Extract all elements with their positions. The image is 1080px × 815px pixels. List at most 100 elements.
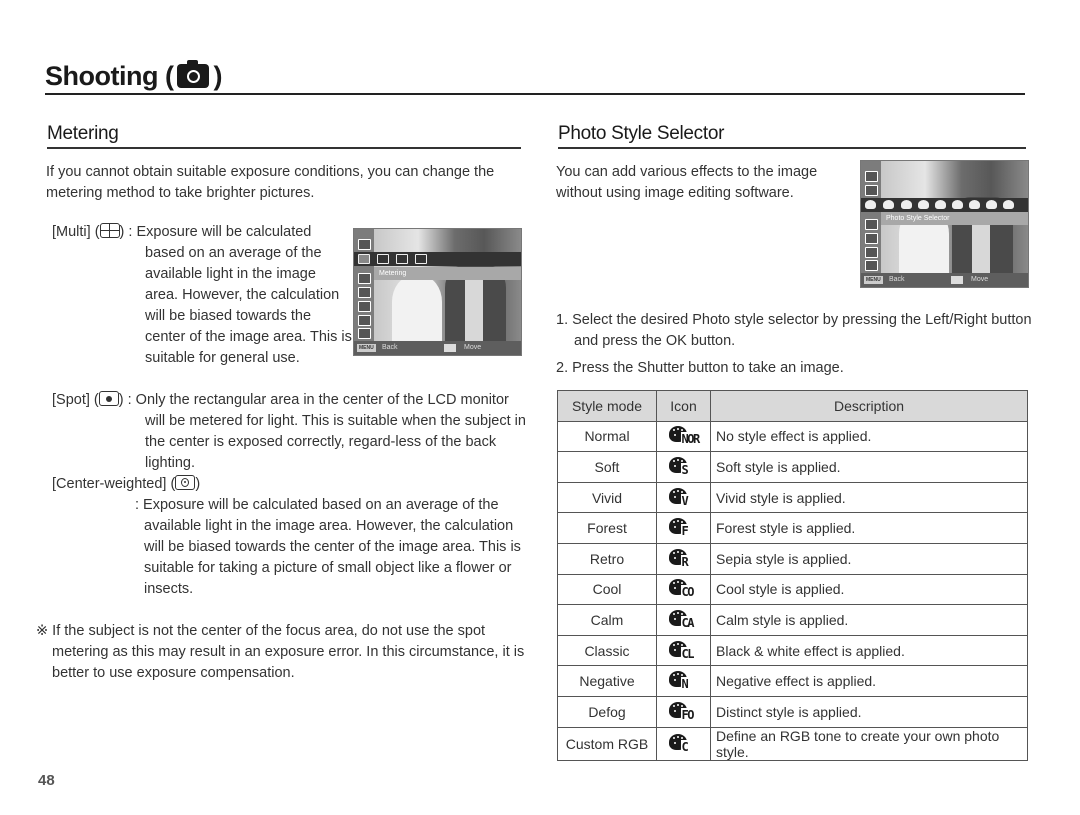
- photo-style-lcd-screenshot: Photo Style Selector MENU Back Move: [860, 160, 1029, 288]
- photo-style-intro: You can add various effects to the image…: [556, 164, 818, 201]
- table-row: Normal NOR No style effect is applied.: [557, 420, 1028, 453]
- lcd-style-vivid-icon: [918, 200, 929, 209]
- style-description-cell: Vivid style is applied.: [710, 481, 1028, 514]
- table-row: Forest F Forest style is applied.: [557, 512, 1028, 544]
- style-calm-icon: CA: [667, 609, 701, 631]
- style-mode-cell: Classic: [557, 634, 657, 667]
- metering-spot-item: [Spot] () : Only the rectangular area in…: [52, 391, 526, 471]
- metering-center-weighted-text: : Exposure will be calculated based on a…: [135, 497, 521, 597]
- style-mode-cell: Calm: [557, 604, 657, 636]
- lcd-multi-side-icon: [865, 185, 878, 196]
- table-row: Vivid V Vivid style is applied.: [557, 481, 1028, 514]
- style-negative-icon: N: [667, 670, 701, 692]
- header-style-mode: Style mode: [557, 390, 657, 422]
- style-icon-cell: N: [656, 665, 711, 697]
- table-row: Cool CO Cool style is applied.: [557, 573, 1028, 606]
- metering-lcd-screenshot: Metering MENU Back Move: [353, 228, 522, 356]
- lcd-option-multi-icon: [358, 254, 370, 264]
- lcd-setting-side-icon: [865, 247, 878, 258]
- style-description-cell: No style effect is applied.: [710, 420, 1028, 453]
- style-description-cell: Distinct style is applied.: [710, 695, 1028, 728]
- lcd-option-multi-icon-2: [377, 254, 389, 264]
- lcd-metering-options: [354, 252, 521, 266]
- style-icon-cell: NOR: [656, 420, 711, 453]
- style-description-cell: Negative effect is applied.: [710, 665, 1028, 697]
- style-forest-icon: F: [667, 517, 701, 539]
- photo-style-step-2: 2. Press the Shutter button to take an i…: [556, 360, 844, 376]
- metering-intro: If you cannot obtain suitable exposure c…: [46, 164, 495, 201]
- style-icon-cell: C: [656, 726, 711, 761]
- lcd-style-options: [861, 198, 1028, 212]
- style-icon-cell: S: [656, 451, 711, 483]
- metering-center-weighted-label: [Center-weighted] (): [52, 475, 201, 492]
- lcd-style-side-icon: [358, 273, 371, 284]
- multi-metering-icon: [99, 223, 120, 238]
- metering-section-title: Metering: [47, 123, 521, 149]
- style-icon-cell: CL: [656, 634, 711, 667]
- table-row: Custom RGB C Define an RGB tone to create …: [557, 726, 1028, 761]
- spot-metering-icon: [98, 391, 119, 406]
- lcd-menu-tag: MENU: [357, 344, 376, 352]
- style-classic-icon: CL: [667, 640, 701, 662]
- style-icon-cell: CO: [656, 573, 711, 606]
- table-row: Classic CL Black & white effect is applied…: [557, 634, 1028, 667]
- style-icon-cell: FO: [656, 695, 711, 728]
- lcd-histogram-side-icon: [865, 233, 878, 244]
- lcd-style-forest-icon: [935, 200, 946, 209]
- metering-note: ※ If the subject is not the center of th…: [36, 623, 525, 681]
- style-description-cell: Black & white effect is applied.: [710, 634, 1028, 667]
- style-icon-cell: R: [656, 542, 711, 575]
- lcd-style-normal-icon: [865, 200, 876, 209]
- lcd-move-label: Move: [971, 276, 989, 283]
- lcd-metering-label: Metering: [374, 267, 521, 280]
- style-description-cell: Calm style is applied.: [710, 604, 1028, 636]
- metering-multi-item: [Multi] () : Exposure will be calculated…: [52, 223, 352, 366]
- lcd-move-label: Move: [464, 344, 482, 351]
- style-description-cell: Soft style is applied.: [710, 451, 1028, 483]
- lcd-bottom-bar: MENU Back Move: [354, 341, 521, 355]
- table-row: Calm CA Calm style is applied.: [557, 604, 1028, 636]
- lcd-style-calm-icon: [986, 200, 997, 209]
- page-number: 48: [38, 772, 55, 789]
- style-normal-icon: NOR: [667, 425, 701, 447]
- lcd-edit-side-icon: [865, 219, 878, 230]
- photo-style-section-title: Photo Style Selector: [558, 123, 1026, 149]
- lcd-style-normal-sel-icon: [883, 200, 894, 209]
- lcd-histogram-side-icon: [358, 301, 371, 312]
- style-mode-cell: Soft: [557, 451, 657, 483]
- lcd-display-side-icon: [358, 328, 371, 339]
- lcd-setting-side-icon: [358, 315, 371, 326]
- style-soft-icon: S: [667, 456, 701, 478]
- lcd-option-center-icon: [415, 254, 427, 264]
- style-mode-cell: Custom RGB: [557, 726, 657, 761]
- style-description-cell: Cool style is applied.: [710, 573, 1028, 606]
- camera-icon: [177, 60, 210, 88]
- lcd-style-label: Photo Style Selector: [881, 212, 1028, 225]
- lcd-metering-side-icon: [865, 171, 878, 182]
- lcd-style-classic-icon: [1003, 200, 1014, 209]
- table-row: Soft S Soft style is applied.: [557, 451, 1028, 483]
- table-row: Defog FO Distinct style is applied.: [557, 695, 1028, 728]
- style-mode-cell: Negative: [557, 665, 657, 697]
- center-weighted-metering-icon: [175, 475, 196, 490]
- lcd-photo: [374, 229, 521, 341]
- lcd-sidebar: [861, 161, 881, 273]
- style-icon-cell: CA: [656, 604, 711, 636]
- page-title: Shooting (): [45, 60, 1025, 95]
- style-icon-cell: F: [656, 512, 711, 544]
- lcd-option-spot-icon: [396, 254, 408, 264]
- lcd-sidebar: [354, 229, 374, 341]
- photo-style-step-1: 1. Select the desired Photo style select…: [556, 312, 1032, 349]
- style-mode-cell: Forest: [557, 512, 657, 544]
- style-icon-cell: V: [656, 481, 711, 514]
- metering-multi-text: Exposure will be calculated based on an …: [136, 224, 352, 366]
- style-description-cell: Define an RGB tone to create your own ph…: [710, 726, 1028, 761]
- table-row: Negative N Negative effect is applied.: [557, 665, 1028, 697]
- lcd-menu-tag: MENU: [864, 276, 883, 284]
- style-mode-cell: Retro: [557, 542, 657, 575]
- style-description-cell: Sepia style is applied.: [710, 542, 1028, 575]
- table-header-row: Style mode Icon Description: [557, 390, 1028, 422]
- lcd-edit-side-icon: [358, 287, 371, 298]
- lcd-style-retro-icon: [952, 200, 963, 209]
- table-row: Retro R Sepia style is applied.: [557, 542, 1028, 575]
